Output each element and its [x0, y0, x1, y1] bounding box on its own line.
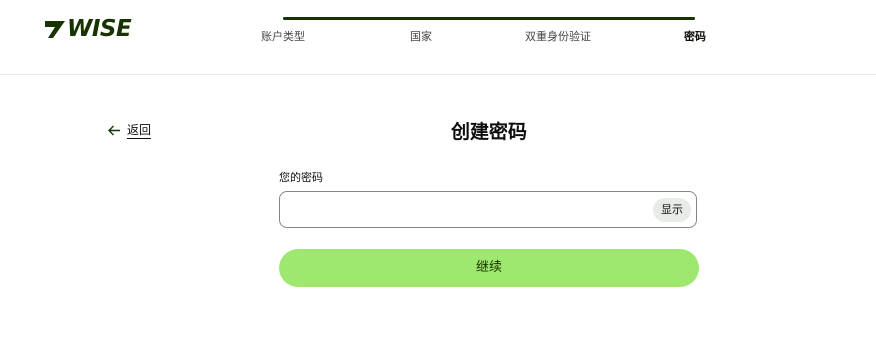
step-account-type: 账户类型	[261, 30, 305, 43]
back-button[interactable]: 返回	[108, 122, 152, 139]
wise-logo[interactable]: WISE	[44, 16, 132, 42]
password-field-label: 您的密码	[279, 171, 323, 184]
wise-flag-icon	[45, 21, 65, 38]
password-input[interactable]	[280, 192, 640, 227]
back-button-label: 返回	[127, 123, 152, 139]
signup-progress-bar	[283, 17, 695, 20]
password-field-container: 显示	[279, 191, 697, 228]
top-header: WISE 账户类型 国家 双重身份验证 密码	[0, 0, 876, 75]
step-country: 国家	[410, 30, 432, 43]
continue-button[interactable]: 继续	[279, 249, 699, 287]
step-password: 密码	[684, 30, 706, 43]
arrow-left-icon	[108, 125, 120, 136]
page-title: 创建密码	[450, 121, 527, 143]
step-two-factor: 双重身份验证	[525, 30, 591, 43]
wise-logo-text: WISE	[67, 16, 132, 42]
progress-bar-fill	[283, 17, 695, 20]
show-password-button[interactable]: 显示	[653, 198, 691, 222]
